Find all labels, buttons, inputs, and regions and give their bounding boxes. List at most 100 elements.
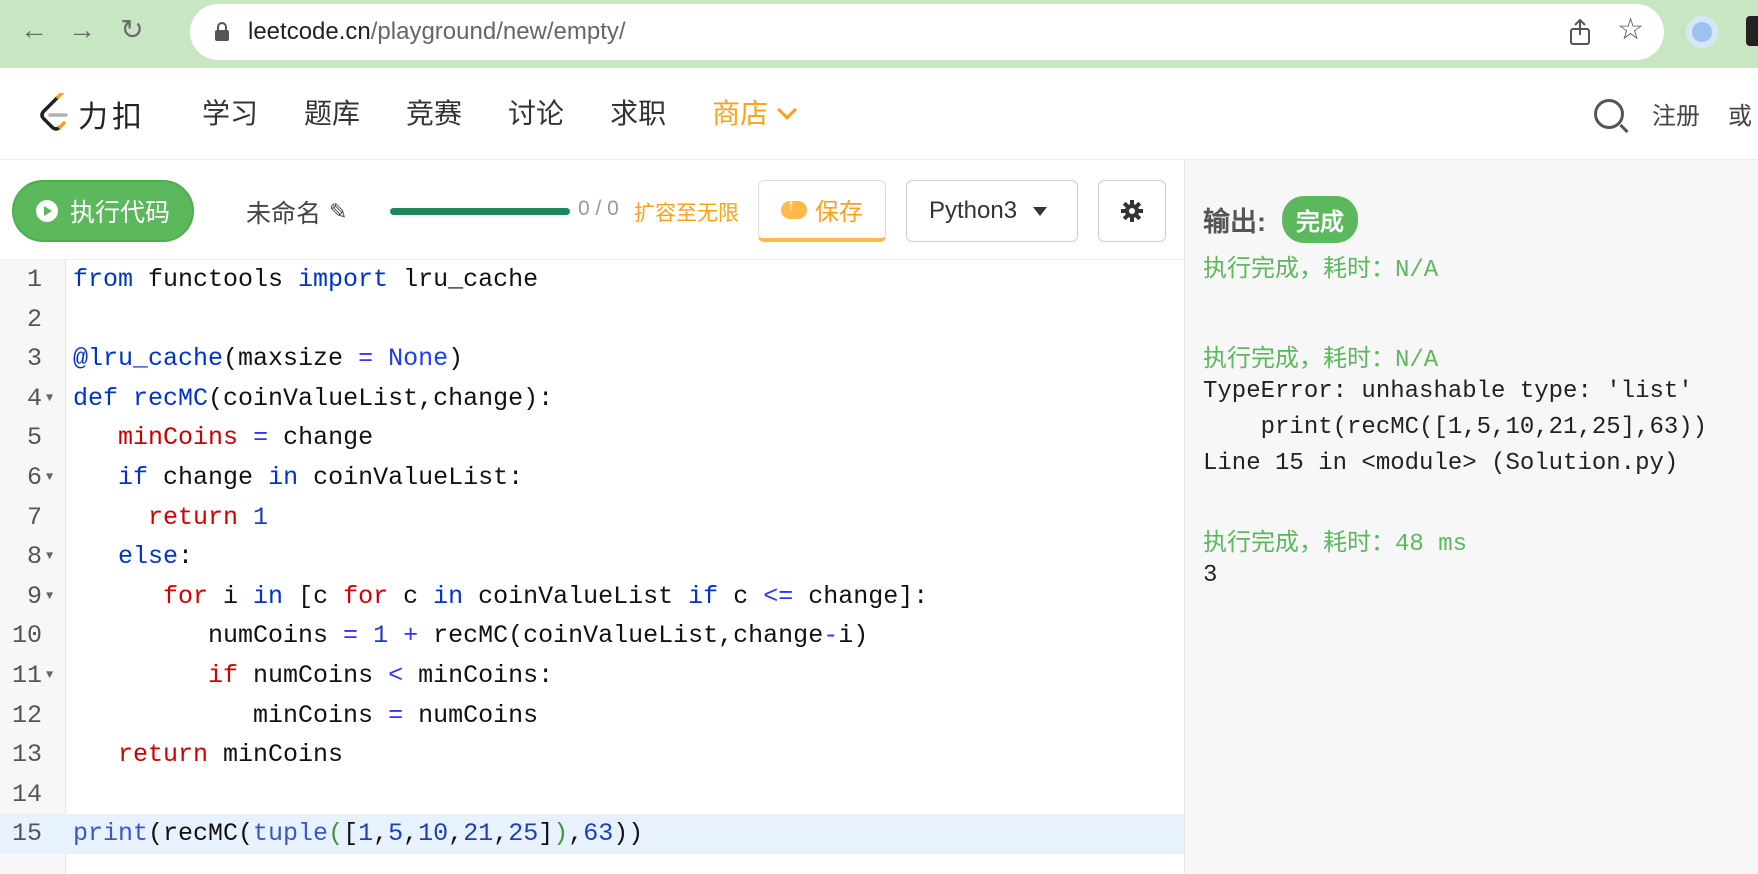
code-text: if change in coinValueList: (118, 463, 524, 492)
nav-learn[interactable]: 学习 (202, 96, 258, 132)
code-text: else: (118, 542, 194, 572)
save-label: 保存 (815, 199, 863, 226)
code-text: def recMC(coinValueList,change): (73, 383, 554, 413)
code-text: minCoins = change (118, 423, 374, 453)
run-code-button[interactable]: 执行代码 (12, 180, 194, 242)
code-text: return minCoins (118, 740, 344, 770)
editor-toolbar: 执行代码 未命名 ✎ 0 / 0 扩容至无限 保存 Python3 (0, 160, 1184, 260)
url-host: leetcode.cn (248, 18, 371, 45)
line-number: 14 (11, 779, 42, 809)
code-text: minCoins = numCoins (73, 700, 539, 730)
line-number: 12 (11, 700, 42, 730)
or-text: 或 (1728, 103, 1752, 130)
chevron-down-icon (777, 100, 797, 120)
code-line[interactable]: 7 return 1 (0, 498, 1184, 538)
lock-icon (215, 22, 229, 41)
pencil-icon[interactable]: ✎ (329, 199, 347, 225)
leetcode-logo-icon (40, 93, 68, 131)
line-number: 10 (11, 621, 42, 651)
star-icon[interactable]: ☆ (1617, 14, 1644, 46)
caret-down-icon (1033, 206, 1048, 216)
code-line[interactable]: 9 ▼ for i in [c for c in coinValueList i… (0, 577, 1184, 617)
code-text: if numCoins < minCoins: (208, 661, 554, 690)
output-panel: 输出: 完成 执行完成，耗时：N/A 执行完成，耗时：N/A TypeError… (1184, 160, 1758, 874)
code-line[interactable]: 13 return minCoins (0, 735, 1184, 775)
nav-store[interactable]: 商店 (712, 96, 797, 132)
fold-caret-icon[interactable]: ▼ (46, 458, 53, 498)
line-number: 9 (26, 581, 42, 611)
code-line[interactable]: 5 minCoins = change (0, 418, 1184, 458)
browser-chrome: ← → ↻ leetcode.cn/playground/new/empty/ … (0, 0, 1758, 68)
gear-icon (1121, 200, 1143, 222)
code-text: print(recMC(tuple([1,5,10,21,25]),63)) (73, 819, 644, 849)
run-output-text: TypeError: unhashable type: 'list' print… (1203, 378, 1708, 477)
nav-jobs[interactable]: 求职 (610, 96, 666, 132)
nav-contest[interactable]: 竞赛 (406, 96, 462, 132)
url-text: leetcode.cn/playground/new/empty/ (248, 18, 626, 46)
share-icon[interactable] (1566, 18, 1594, 46)
run-code-label: 执行代码 (70, 199, 171, 227)
code-line[interactable]: 10 numCoins = 1 + recMC(coinValueList,ch… (0, 616, 1184, 656)
line-number: 3 (26, 344, 42, 374)
nav-problems[interactable]: 题库 (304, 96, 360, 132)
signup-link[interactable]: 注册 (1652, 96, 1700, 131)
run-output-text: 3 (1203, 562, 1218, 589)
code-line[interactable]: 6 ▼ if change in coinValueList: (0, 458, 1184, 498)
nav-store-label: 商店 (712, 98, 769, 129)
logo-text: 力扣 (78, 101, 146, 134)
fold-caret-icon[interactable]: ▼ (46, 656, 53, 696)
line-number: 6 (26, 463, 42, 492)
output-label: 输出: (1203, 207, 1266, 237)
extension-icon[interactable] (1686, 16, 1718, 48)
save-button[interactable]: 保存 (758, 180, 886, 242)
filename-text: 未命名 (246, 200, 322, 228)
code-line[interactable]: 1 from functools import lru_cache (0, 260, 1184, 300)
code-editor[interactable]: 1 from functools import lru_cache 2 3 @l… (0, 260, 1184, 874)
line-number: 2 (26, 304, 42, 334)
site-header: 力扣 学习 题库 竞赛 讨论 求职 商店 注册 或 (0, 68, 1758, 160)
filename[interactable]: 未命名 ✎ (246, 194, 347, 230)
code-line[interactable]: 12 minCoins = numCoins (0, 696, 1184, 736)
line-number: 13 (11, 740, 42, 770)
fold-caret-icon[interactable]: ▼ (46, 537, 53, 577)
nav-discuss[interactable]: 讨论 (508, 96, 564, 132)
back-icon[interactable]: ← (18, 14, 50, 46)
quota-progress-bar (390, 208, 570, 215)
fold-caret-icon[interactable]: ▼ (46, 379, 53, 419)
code-text: @lru_cache(maxsize = None) (73, 344, 464, 374)
extension-icon-2[interactable] (1746, 16, 1758, 46)
code-line[interactable]: 2 (0, 300, 1184, 340)
search-icon[interactable] (1594, 98, 1624, 129)
run-status: 执行完成，耗时：N/A (1203, 347, 1439, 374)
output-header: 输出: 完成 (1203, 196, 1358, 243)
expand-quota-link[interactable]: 扩容至无限 (634, 197, 739, 227)
main-nav: 学习 题库 竞赛 讨论 求职 商店 (202, 96, 840, 132)
code-line-active[interactable]: 15 print(recMC(tuple([1,5,10,21,25]),63)… (0, 814, 1184, 854)
line-number: 7 (26, 502, 42, 532)
code-text: return 1 (148, 502, 269, 532)
header-actions: 注册 或 (1594, 96, 1758, 131)
code-line[interactable]: 14 (0, 775, 1184, 815)
play-icon (36, 200, 58, 222)
line-number: 11 (11, 661, 42, 690)
reload-icon[interactable]: ↻ (116, 14, 148, 46)
code-line[interactable]: 8 ▼ else: (0, 537, 1184, 577)
language-select[interactable]: Python3 (906, 180, 1078, 242)
line-number: 4 (26, 383, 42, 413)
forward-icon[interactable]: → (66, 14, 98, 46)
line-number: 5 (26, 423, 42, 453)
language-value: Python3 (929, 197, 1018, 224)
fold-caret-icon[interactable]: ▼ (46, 577, 53, 617)
line-number: 15 (11, 819, 42, 849)
settings-button[interactable] (1098, 180, 1166, 242)
code-line[interactable]: 3 @lru_cache(maxsize = None) (0, 339, 1184, 379)
cloud-upload-icon (781, 197, 807, 219)
line-number: 1 (26, 265, 42, 294)
status-badge: 完成 (1282, 196, 1358, 243)
quota-text: 0 / 0 (578, 197, 619, 220)
address-bar[interactable]: leetcode.cn/playground/new/empty/ ☆ (190, 4, 1664, 60)
logo[interactable]: 力扣 (36, 92, 146, 136)
code-line[interactable]: 4 ▼ def recMC(coinValueList,change): (0, 379, 1184, 419)
url-path: /playground/new/empty/ (370, 18, 626, 45)
code-line[interactable]: 11 ▼ if numCoins < minCoins: (0, 656, 1184, 696)
